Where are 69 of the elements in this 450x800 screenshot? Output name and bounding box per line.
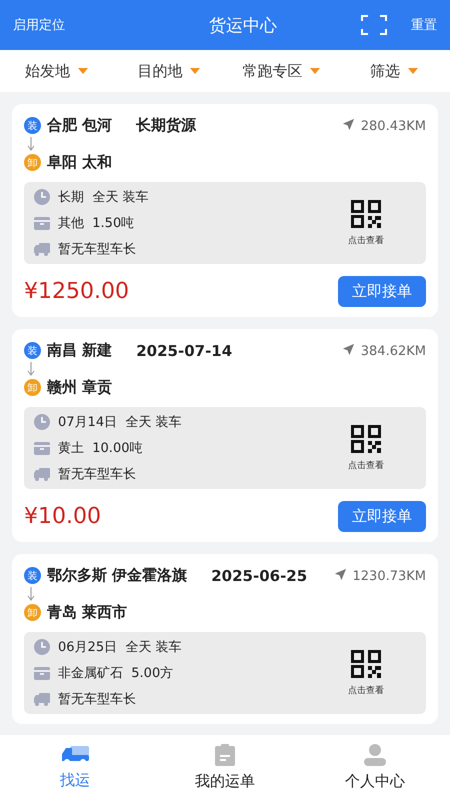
- caret-icon: [190, 68, 200, 74]
- accept-order-button[interactable]: 立即接单: [338, 501, 426, 532]
- box-icon: [34, 440, 50, 456]
- navigation-icon: [342, 342, 355, 356]
- detail-text: 07月14日 全天 装车: [58, 414, 182, 431]
- caret-icon: [408, 68, 418, 74]
- location-toggle[interactable]: 启用定位: [13, 16, 65, 34]
- order-tag: 2025-06-25: [211, 566, 308, 584]
- filter-dropdown[interactable]: 目的地: [112, 62, 225, 80]
- clipboard-icon: [215, 744, 235, 766]
- truck-icon: [34, 241, 50, 257]
- qr-code-icon: [351, 650, 381, 678]
- clock-icon: [34, 639, 50, 655]
- qr-code-icon: [351, 200, 381, 228]
- navigation-icon: [334, 568, 346, 580]
- person-icon: [363, 744, 387, 766]
- origin: 鄂尔多斯 伊金霍洛旗: [47, 566, 188, 585]
- detail-text: 其他 1.50吨: [58, 215, 134, 232]
- filter-dropdown[interactable]: 常跑专区: [225, 62, 338, 80]
- distance: 280.43KM: [342, 118, 426, 134]
- navigation-icon: [342, 118, 355, 130]
- load-badge: 装: [24, 342, 41, 359]
- destination: 阜阳 太和: [47, 153, 112, 172]
- down-arrow-icon: [26, 362, 36, 376]
- qr-code-button[interactable]: 点击查看: [348, 200, 384, 246]
- filter-dropdown[interactable]: 筛选: [338, 62, 450, 80]
- detail-text: 长期 全天 装车: [58, 189, 148, 206]
- caret-icon: [310, 68, 320, 74]
- qr-code-icon: [351, 424, 381, 452]
- tab[interactable]: 我的运单: [150, 735, 300, 800]
- order-tag: 长期货源: [136, 116, 196, 135]
- destination: 青岛 莱西市: [47, 603, 128, 622]
- tab[interactable]: 个人中心: [300, 735, 450, 800]
- filter-dropdown[interactable]: 始发地: [0, 62, 112, 80]
- detail-text: 暂无车型车长: [58, 466, 136, 483]
- truck-icon: [34, 466, 50, 482]
- detail-text: 黄土 10.00吨: [58, 440, 142, 457]
- caret-icon: [78, 68, 88, 74]
- qr-code-button[interactable]: 点击查看: [348, 424, 384, 472]
- destination: 赣州 章贡: [47, 378, 112, 397]
- box-icon: [34, 665, 50, 681]
- reset-button[interactable]: 重置: [411, 16, 437, 34]
- distance: 1230.73KM: [334, 568, 426, 584]
- origin: 合肥 包河: [47, 116, 112, 135]
- accept-order-button[interactable]: 立即接单: [338, 276, 426, 307]
- scan-button[interactable]: [361, 14, 387, 36]
- detail-text: 非金属矿石 5.00方: [58, 665, 174, 682]
- order-tag: 2025-07-14: [136, 342, 232, 360]
- unload-badge: 卸: [24, 154, 41, 171]
- tab[interactable]: 找运: [0, 735, 150, 800]
- clock-icon: [34, 414, 50, 430]
- price: ¥10.00: [24, 504, 101, 529]
- unload-badge: 卸: [24, 379, 41, 396]
- price: ¥1250.00: [24, 279, 129, 304]
- load-badge: 装: [24, 567, 41, 584]
- detail-text: 暂无车型车长: [58, 241, 136, 258]
- load-badge: 装: [24, 117, 41, 134]
- box-icon: [34, 215, 50, 231]
- clock-icon: [34, 189, 50, 205]
- page-title: 货运中心: [208, 14, 278, 36]
- distance: 384.62KM: [342, 342, 426, 358]
- down-arrow-icon: [26, 587, 36, 601]
- unload-badge: 卸: [24, 604, 41, 621]
- detail-text: 06月25日 全天 装车: [58, 639, 182, 656]
- down-arrow-icon: [26, 137, 36, 151]
- detail-text: 暂无车型车长: [58, 691, 136, 708]
- truck-icon: [34, 691, 50, 707]
- qr-code-button[interactable]: 点击查看: [348, 650, 384, 696]
- origin: 南昌 新建: [47, 341, 112, 360]
